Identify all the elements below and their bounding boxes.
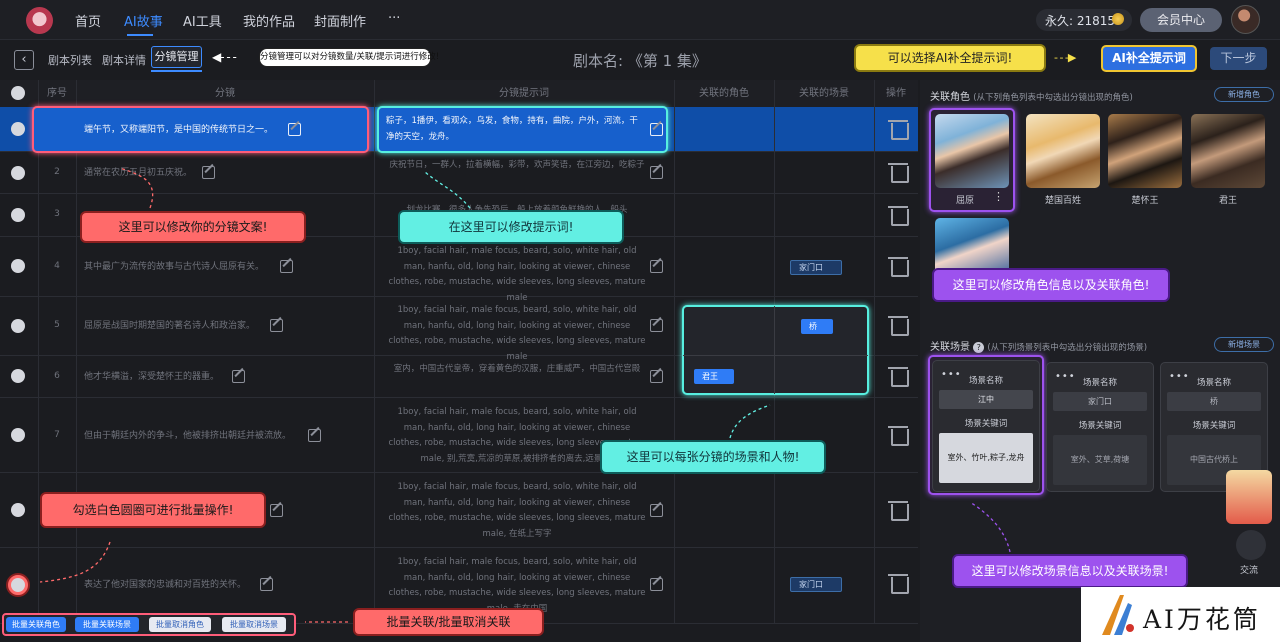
- watermark-text: AI万花筒: [1143, 605, 1261, 634]
- arrow-batch-select: [39, 541, 111, 583]
- watermark-logo-icon: [1102, 595, 1134, 635]
- arrow-edit-text: [119, 167, 154, 209]
- arrow-edit-scene: [969, 501, 1011, 553]
- arrow-edit-prompt: [424, 171, 471, 209]
- arrow-scene-role: [729, 404, 771, 439]
- annotation-arrows: [39, 167, 1011, 623]
